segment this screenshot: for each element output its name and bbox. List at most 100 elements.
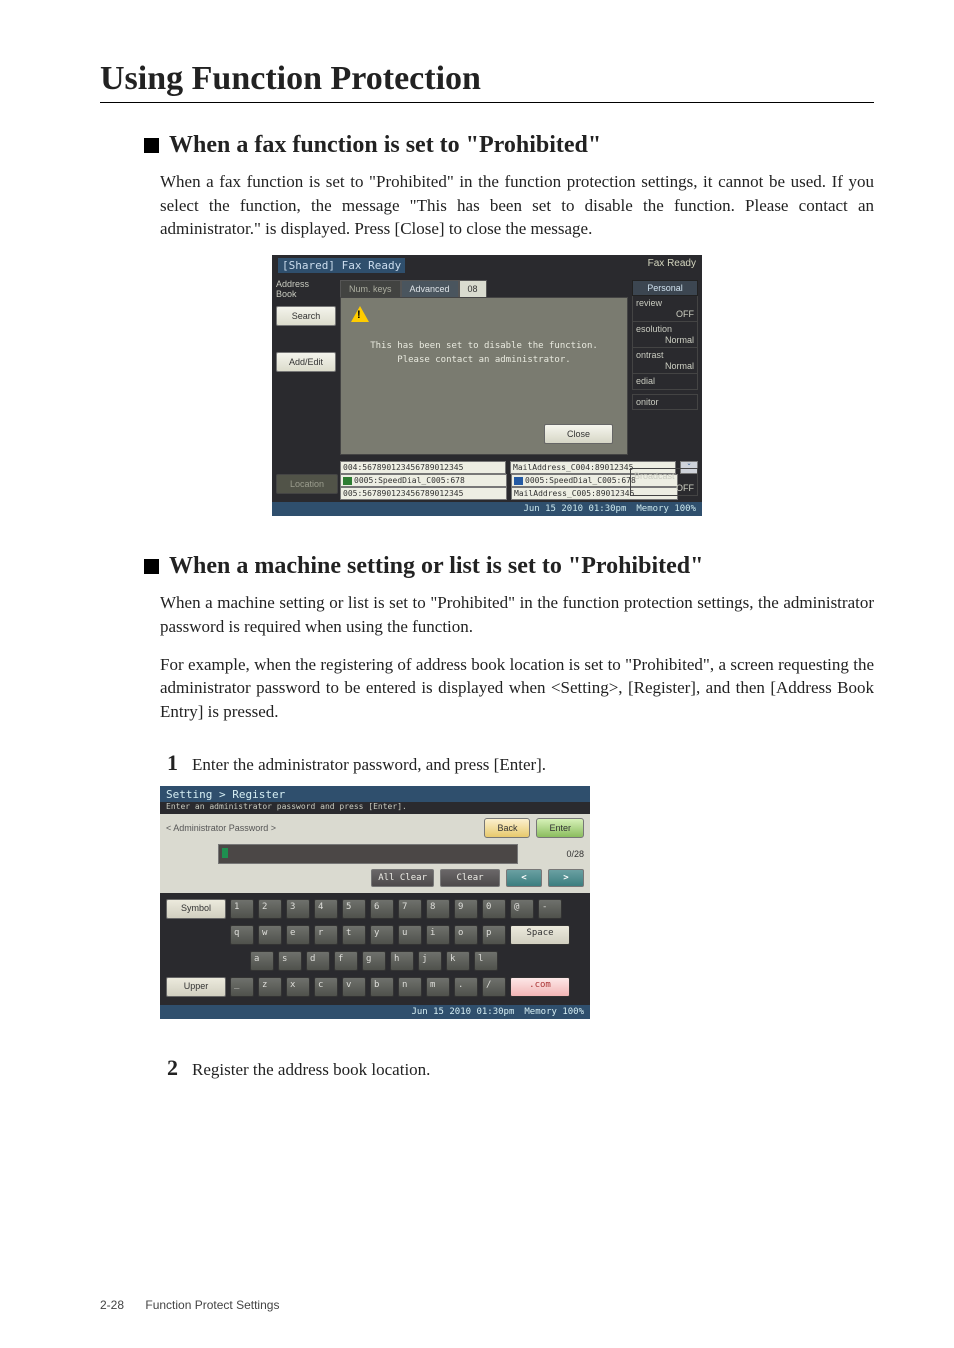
key-g[interactable]: g	[362, 951, 386, 971]
section2-paragraph2: For example, when the registering of add…	[160, 653, 874, 724]
key-8[interactable]: 8	[426, 899, 450, 919]
personal-chip[interactable]: Personal	[632, 280, 698, 296]
key-underscore[interactable]: _	[230, 977, 254, 997]
key-e[interactable]: e	[286, 925, 310, 945]
close-button[interactable]: Close	[544, 424, 613, 444]
upper-button[interactable]: Upper	[166, 977, 226, 997]
section2-paragraph1: When a machine setting or list is set to…	[160, 591, 874, 639]
key-h[interactable]: h	[390, 951, 414, 971]
key-m[interactable]: m	[426, 977, 450, 997]
r-review-label: review	[636, 298, 694, 308]
char-counter: 0/28	[524, 849, 584, 859]
tab-advanced[interactable]: Advanced	[401, 280, 459, 297]
dotcom-button[interactable]: .com	[510, 977, 570, 997]
key-y[interactable]: y	[370, 925, 394, 945]
key-slash[interactable]: /	[482, 977, 506, 997]
r-redial-label: edial	[636, 376, 694, 386]
key-s[interactable]: s	[278, 951, 302, 971]
ss1-timestamp: Jun 15 2010 01:30pm	[523, 504, 626, 514]
symbol-button[interactable]: Symbol	[166, 899, 226, 919]
key-x[interactable]: x	[286, 977, 310, 997]
key-a[interactable]: a	[250, 951, 274, 971]
page-title: Using Function Protection	[100, 60, 874, 98]
step-text: Enter the administrator password, and pr…	[192, 755, 546, 775]
key-l[interactable]: l	[474, 951, 498, 971]
password-input[interactable]	[218, 844, 518, 864]
key-2[interactable]: 2	[258, 899, 282, 919]
h2-bullet-icon	[144, 559, 159, 574]
key-6[interactable]: 6	[370, 899, 394, 919]
key-at[interactable]: @	[510, 899, 534, 919]
broadcast-value: OFF	[631, 483, 697, 495]
warning-icon	[351, 306, 369, 322]
prohibited-dialog: This has been set to disable the functio…	[340, 297, 628, 455]
key-3[interactable]: 3	[286, 899, 310, 919]
section2-heading: When a machine setting or list is set to…	[169, 552, 703, 581]
key-n[interactable]: n	[398, 977, 422, 997]
space-button[interactable]: Space	[510, 925, 570, 945]
tab-count[interactable]: 08	[459, 280, 487, 297]
key-k[interactable]: k	[446, 951, 470, 971]
clear-button[interactable]: Clear	[440, 869, 500, 887]
cursor-right-button[interactable]: >	[548, 869, 584, 887]
ss1-memory: Memory 100%	[636, 504, 696, 514]
tab-num-keys[interactable]: Num. keys	[340, 280, 401, 297]
screenshot-admin-password: Setting > Register Enter an administrato…	[160, 786, 590, 1019]
key-c[interactable]: c	[314, 977, 338, 997]
key-1[interactable]: 1	[230, 899, 254, 919]
address-book-label: Address Book	[276, 280, 336, 300]
list-cell[interactable]: 005:567890123456789012345	[340, 487, 507, 500]
step-number: 1	[160, 750, 178, 776]
list-cell[interactable]: 004:567890123456789012345	[340, 461, 506, 474]
key-0[interactable]: 0	[482, 899, 506, 919]
key-r[interactable]: r	[314, 925, 338, 945]
key-b[interactable]: b	[370, 977, 394, 997]
key-7[interactable]: 7	[398, 899, 422, 919]
enter-button[interactable]: Enter	[536, 818, 584, 838]
r-resolution-value: Normal	[636, 335, 694, 345]
section1-paragraph: When a fax function is set to "Prohibite…	[160, 170, 874, 241]
key-f[interactable]: f	[334, 951, 358, 971]
h2-bullet-icon	[144, 138, 159, 153]
key-t[interactable]: t	[342, 925, 366, 945]
cursor-icon	[222, 848, 228, 858]
ss1-fax-ready-chip: Fax Ready	[648, 258, 696, 273]
r-contrast-label: ontrast	[636, 350, 694, 360]
back-button[interactable]: Back	[484, 818, 530, 838]
key-period[interactable]: .	[454, 977, 478, 997]
r-monitor-label: onitor	[636, 397, 694, 407]
key-9[interactable]: 9	[454, 899, 478, 919]
r-resolution-label: esolution	[636, 324, 694, 334]
add-edit-button[interactable]: Add/Edit	[276, 352, 336, 372]
key-j[interactable]: j	[418, 951, 442, 971]
ss2-subtitle: Enter an administrator password and pres…	[160, 802, 590, 814]
key-q[interactable]: q	[230, 925, 254, 945]
ss2-timestamp: Jun 15 2010 01:30pm	[411, 1007, 514, 1017]
cursor-left-button[interactable]: <	[506, 869, 542, 887]
key-w[interactable]: w	[258, 925, 282, 945]
all-clear-button[interactable]: All Clear	[371, 869, 434, 887]
ss2-memory: Memory 100%	[524, 1007, 584, 1017]
broadcast-label: Broadcast	[631, 469, 697, 483]
key-z[interactable]: z	[258, 977, 282, 997]
list-cell[interactable]: 0005:SpeedDial_C005:678	[340, 474, 507, 487]
ss2-breadcrumb: Setting > Register	[160, 786, 590, 802]
key-p[interactable]: p	[482, 925, 506, 945]
key-dash[interactable]: -	[538, 899, 562, 919]
key-o[interactable]: o	[454, 925, 478, 945]
dialog-message: This has been set to disable the functio…	[341, 298, 627, 367]
key-5[interactable]: 5	[342, 899, 366, 919]
footer-section-title: Function Protect Settings	[145, 1298, 279, 1312]
section1-heading: When a fax function is set to "Prohibite…	[169, 131, 601, 160]
key-4[interactable]: 4	[314, 899, 338, 919]
search-button[interactable]: Search	[276, 306, 336, 326]
location-button: Location	[276, 474, 338, 494]
footer-page-number: 2-28	[100, 1298, 124, 1312]
screenshot-fax-prohibited: [Shared] Fax Ready Fax Ready Address Boo…	[272, 255, 702, 516]
key-u[interactable]: u	[398, 925, 422, 945]
key-i[interactable]: i	[426, 925, 450, 945]
ss1-window-title: [Shared] Fax Ready	[278, 258, 405, 273]
key-d[interactable]: d	[306, 951, 330, 971]
key-v[interactable]: v	[342, 977, 366, 997]
title-rule	[100, 102, 874, 103]
